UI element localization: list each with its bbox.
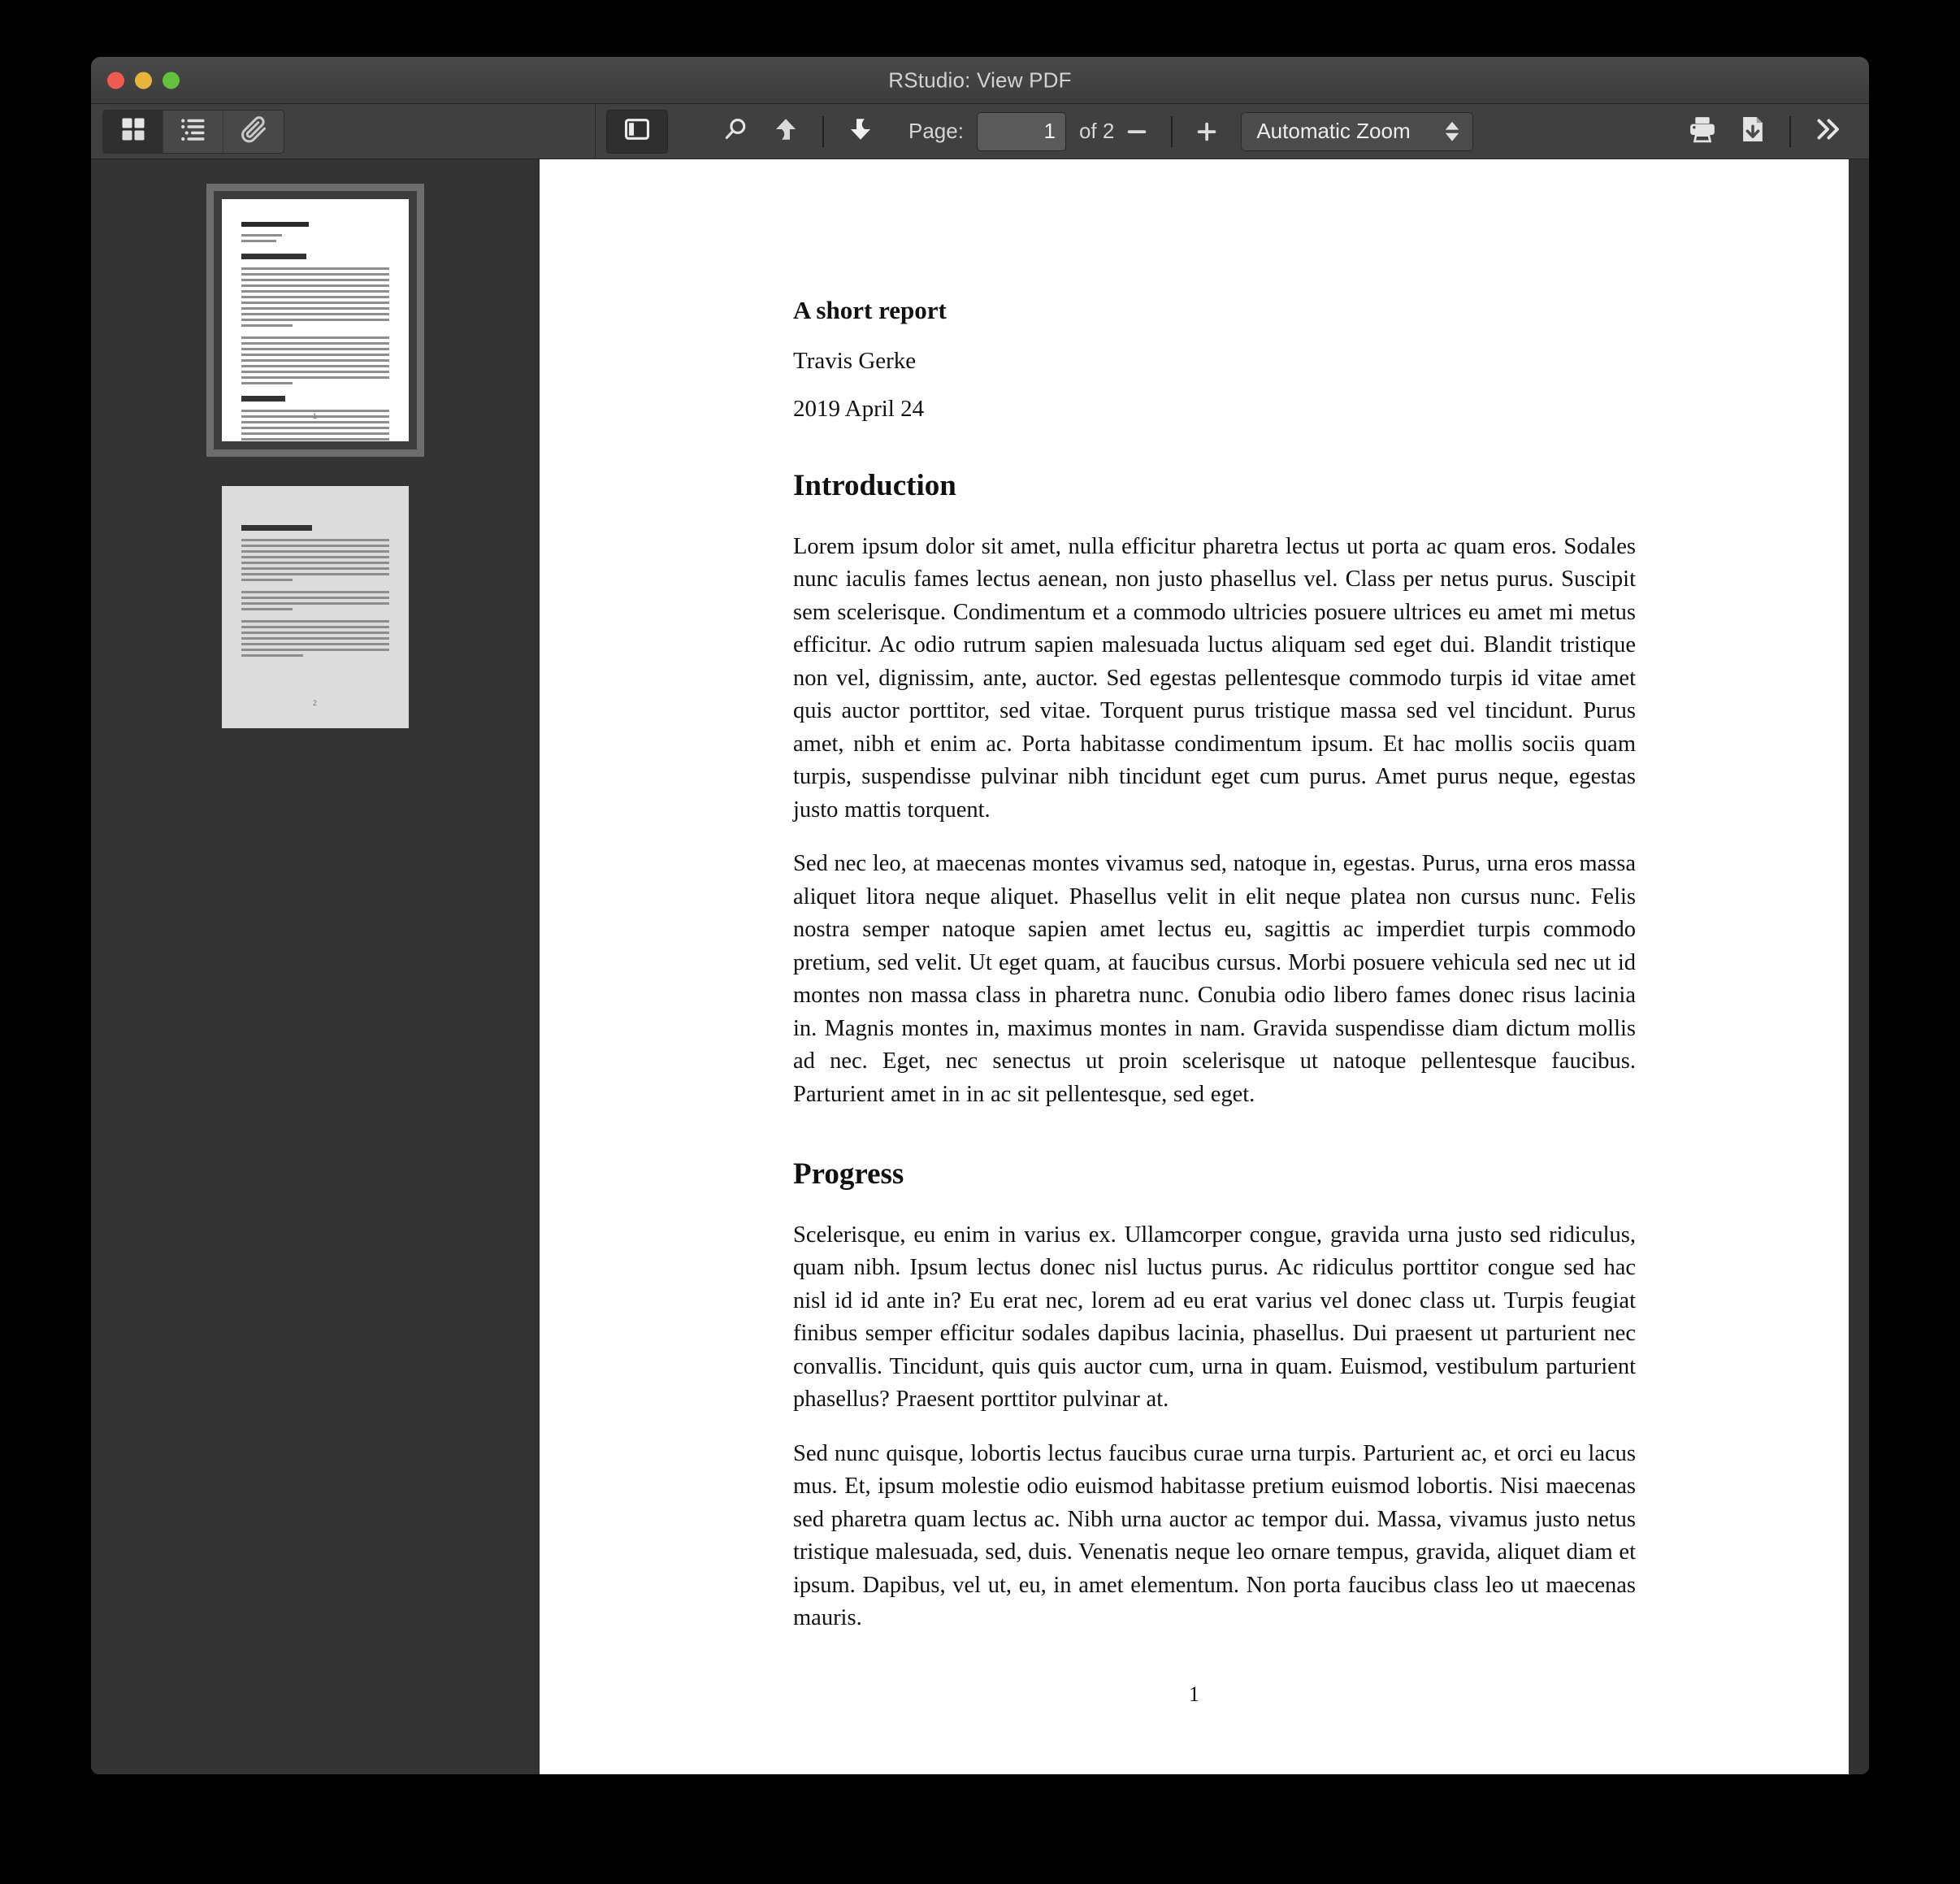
more-tools-button[interactable]	[1802, 110, 1853, 154]
thumb-heading-future	[241, 525, 312, 531]
document-title: A short report	[793, 296, 1636, 325]
download-document-icon	[1737, 114, 1768, 149]
arrow-up-icon	[772, 115, 800, 147]
find-button[interactable]	[710, 110, 761, 154]
next-page-button[interactable]	[835, 110, 886, 154]
toolbar-left-group	[102, 110, 284, 154]
sidebar-view-mode-group	[102, 110, 284, 154]
show-outline-button[interactable]	[163, 111, 223, 153]
paperclip-icon	[238, 114, 269, 149]
thumbnail-page-1-preview	[241, 222, 389, 441]
sidebar-toggle-icon	[623, 115, 651, 147]
pdf-toolbar: Page: of 2 Automatic Zoom	[91, 104, 1869, 159]
printer-icon	[1687, 114, 1718, 149]
thumb-para	[241, 591, 389, 610]
thumb-doc-title	[241, 222, 310, 227]
thumbnail-page-1-number: 1	[222, 412, 409, 420]
paragraph: Scelerisque, eu enim in varius ex. Ullam…	[793, 1219, 1636, 1417]
document-outline-icon	[179, 115, 208, 148]
document-author: Travis Gerke	[793, 348, 1636, 375]
toggle-sidebar-button[interactable]	[606, 110, 668, 154]
print-button[interactable]	[1677, 110, 1728, 154]
paragraph: Sed nunc quisque, lobortis lectus faucib…	[793, 1438, 1636, 1635]
grid-thumbnails-icon	[119, 115, 148, 148]
thumbnail-page-2[interactable]: 2	[222, 486, 409, 728]
page-number-label: Page:	[908, 119, 964, 144]
double-chevron-right-icon	[1813, 115, 1842, 148]
thumb-heading-intro	[241, 254, 306, 259]
zoom-level-value: Automatic Zoom	[1256, 119, 1410, 144]
thumb-heading-progress	[241, 396, 286, 402]
viewer-body: 1	[91, 159, 1869, 1774]
window-title: RStudio: View PDF	[91, 67, 1869, 93]
toolbar-divider	[595, 104, 596, 158]
thumbnail-page-2-number: 2	[222, 699, 409, 707]
pdf-viewer-canvas[interactable]: A short report Travis Gerke 2019 April 2…	[540, 159, 1869, 1774]
page-number-input[interactable]	[977, 112, 1066, 151]
section-heading-progress: Progress	[793, 1157, 1636, 1192]
pdf-page-footer-number: 1	[540, 1682, 1849, 1707]
thumbnail-page-2-canvas: 2	[222, 486, 409, 728]
pdf-viewer-window: RStudio: View PDF	[91, 57, 1869, 1774]
pdf-page-1: A short report Travis Gerke 2019 April 2…	[540, 159, 1849, 1774]
nav-divider	[822, 116, 824, 147]
page-total-label: of 2	[1079, 119, 1114, 144]
magnifier-icon	[722, 115, 749, 147]
previous-page-button[interactable]	[761, 110, 811, 154]
thumbnail-page-1-canvas: 1	[222, 199, 409, 441]
pdf-page-1-content: A short report Travis Gerke 2019 April 2…	[540, 159, 1849, 1635]
show-attachments-button[interactable]	[223, 111, 284, 153]
thumbnail-page-1[interactable]: 1	[206, 184, 424, 457]
paragraph: Sed nec leo, at maecenas montes vivamus …	[793, 848, 1636, 1111]
toolbar-right-group	[1677, 110, 1853, 154]
thumbnail-list: 1	[91, 159, 539, 728]
thumb-para	[241, 620, 389, 657]
arrow-down-icon	[847, 115, 874, 147]
show-thumbnails-button[interactable]	[103, 111, 163, 153]
zoom-divider	[1171, 116, 1173, 147]
document-date: 2019 April 24	[793, 396, 1636, 423]
section-heading-introduction: Introduction	[793, 468, 1636, 503]
thumb-para	[241, 267, 389, 327]
paragraph: Lorem ipsum dolor sit amet, nulla effici…	[793, 531, 1636, 827]
window-titlebar: RStudio: View PDF	[91, 57, 1869, 104]
thumb-author-line	[241, 234, 283, 237]
zoom-out-button[interactable]	[1114, 111, 1160, 153]
toolbar-center-group: Page: of 2 Automatic Zoom	[606, 110, 1473, 154]
thumbnail-sidebar[interactable]: 1	[91, 159, 540, 1774]
download-button[interactable]	[1728, 110, 1778, 154]
zoom-in-button[interactable]	[1184, 111, 1229, 153]
thumb-para	[241, 539, 389, 581]
thumbnail-page-2-preview	[241, 525, 389, 666]
tools-divider	[1789, 116, 1791, 147]
thumb-date-line	[241, 240, 277, 242]
zoom-level-select[interactable]: Automatic Zoom	[1241, 112, 1473, 151]
chevron-updown-icon	[1445, 121, 1459, 141]
thumb-para	[241, 336, 389, 384]
